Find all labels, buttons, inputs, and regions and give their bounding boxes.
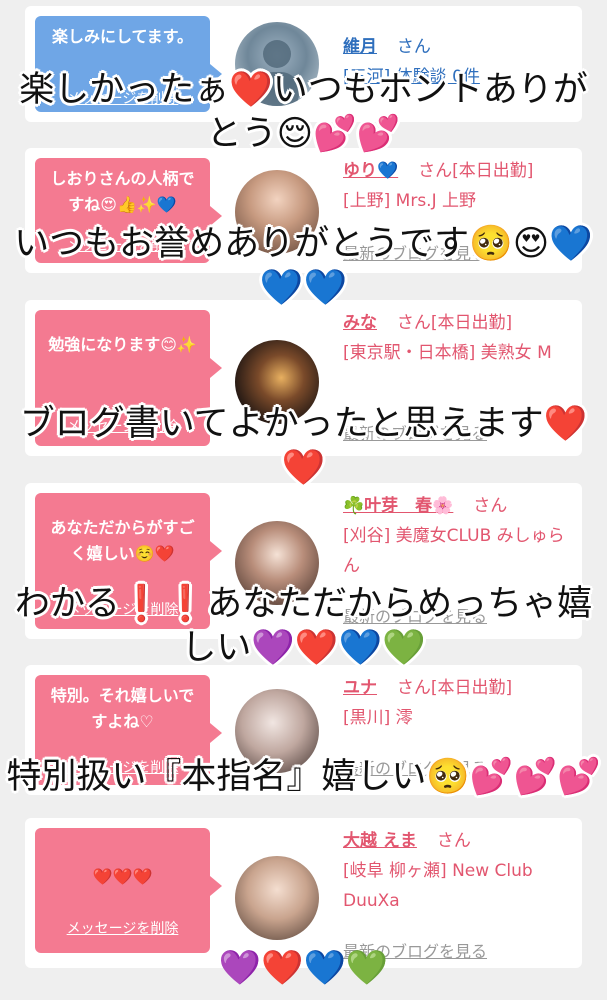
shop-name: [東京駅・日本橋] 美熟女 M <box>343 343 552 363</box>
overlay-caption: ブログ書いてよかったと思えます❤️❤️ <box>19 404 588 488</box>
honorific: さん <box>436 831 471 851</box>
honorific: さん <box>396 37 431 57</box>
profile-info: みな さん[本日出勤] [東京駅・日本橋] 美熟女 M <box>343 308 575 368</box>
profile-name-link[interactable]: ユナ <box>343 678 377 698</box>
message-text: 勉強になります😊✨ <box>48 335 197 354</box>
message-text: 楽しみにしてます。 <box>51 27 194 46</box>
message-card: ❤️❤️❤️ メッセージを削除 大越 えま さん [岐阜 柳ヶ瀬] New Cl… <box>25 818 582 968</box>
avatar[interactable] <box>235 856 319 940</box>
profile-name-link[interactable]: 大越 えま <box>343 831 417 851</box>
profile-name-link[interactable]: ゆり💙 <box>343 161 398 181</box>
profile-name-link[interactable]: 維月 <box>343 37 377 57</box>
profile-info: 大越 えま さん [岐阜 柳ヶ瀬] New Club DuuXa <box>343 826 575 916</box>
shop-name: [岐阜 柳ヶ瀬] New Club DuuXa <box>343 861 533 911</box>
profile-name-link[interactable]: ☘️叶芽 春🌸 <box>343 496 453 516</box>
overlay-caption: いつもお誉めありがとうです🥺😍💙💙💙 <box>14 224 593 308</box>
message-text: あなただからがすごく嬉しい☺️❤️ <box>50 518 195 563</box>
overlay-caption: 特別扱い『本指名』嬉しい🥺💕💕💕 <box>6 757 601 797</box>
honorific: さん[本日出勤] <box>418 161 534 181</box>
shop-name: [黒川] 澪 <box>343 708 413 728</box>
message-text: 特別。それ嬉しいですよね♡ <box>50 686 195 731</box>
profile-info: ゆり💙 さん[本日出勤] [上野] Mrs.J 上野 <box>343 156 575 216</box>
honorific: さん <box>473 496 508 516</box>
message-text: ❤️❤️❤️ <box>92 867 153 886</box>
overlay-caption: 楽しかったぁ❤️いつもホントありがとう😌💕💕 <box>19 70 588 154</box>
overlay-caption: わかる❗️❗️あなただからめっちゃ嬉しい💜❤️💙💚 <box>14 584 593 668</box>
honorific: さん[本日出勤] <box>396 313 513 333</box>
bottom-hearts: 💜❤️💙💚 <box>218 948 389 988</box>
shop-name: [上野] Mrs.J 上野 <box>343 191 477 211</box>
profile-name-link[interactable]: みな <box>343 313 377 333</box>
message-text: しおりさんの人柄ですね😍👍✨💙 <box>50 169 195 214</box>
message-bubble: ❤️❤️❤️ メッセージを削除 <box>35 828 222 953</box>
profile-info: ☘️叶芽 春🌸 さん [刈谷] 美魔女CLUB みしゅらん <box>343 491 575 581</box>
honorific: さん[本日出勤] <box>396 678 513 698</box>
delete-message-link[interactable]: メッセージを削除 <box>35 916 210 942</box>
profile-info: ユナ さん[本日出勤] [黒川] 澪 <box>343 673 575 733</box>
shop-name: [刈谷] 美魔女CLUB みしゅらん <box>343 526 565 576</box>
